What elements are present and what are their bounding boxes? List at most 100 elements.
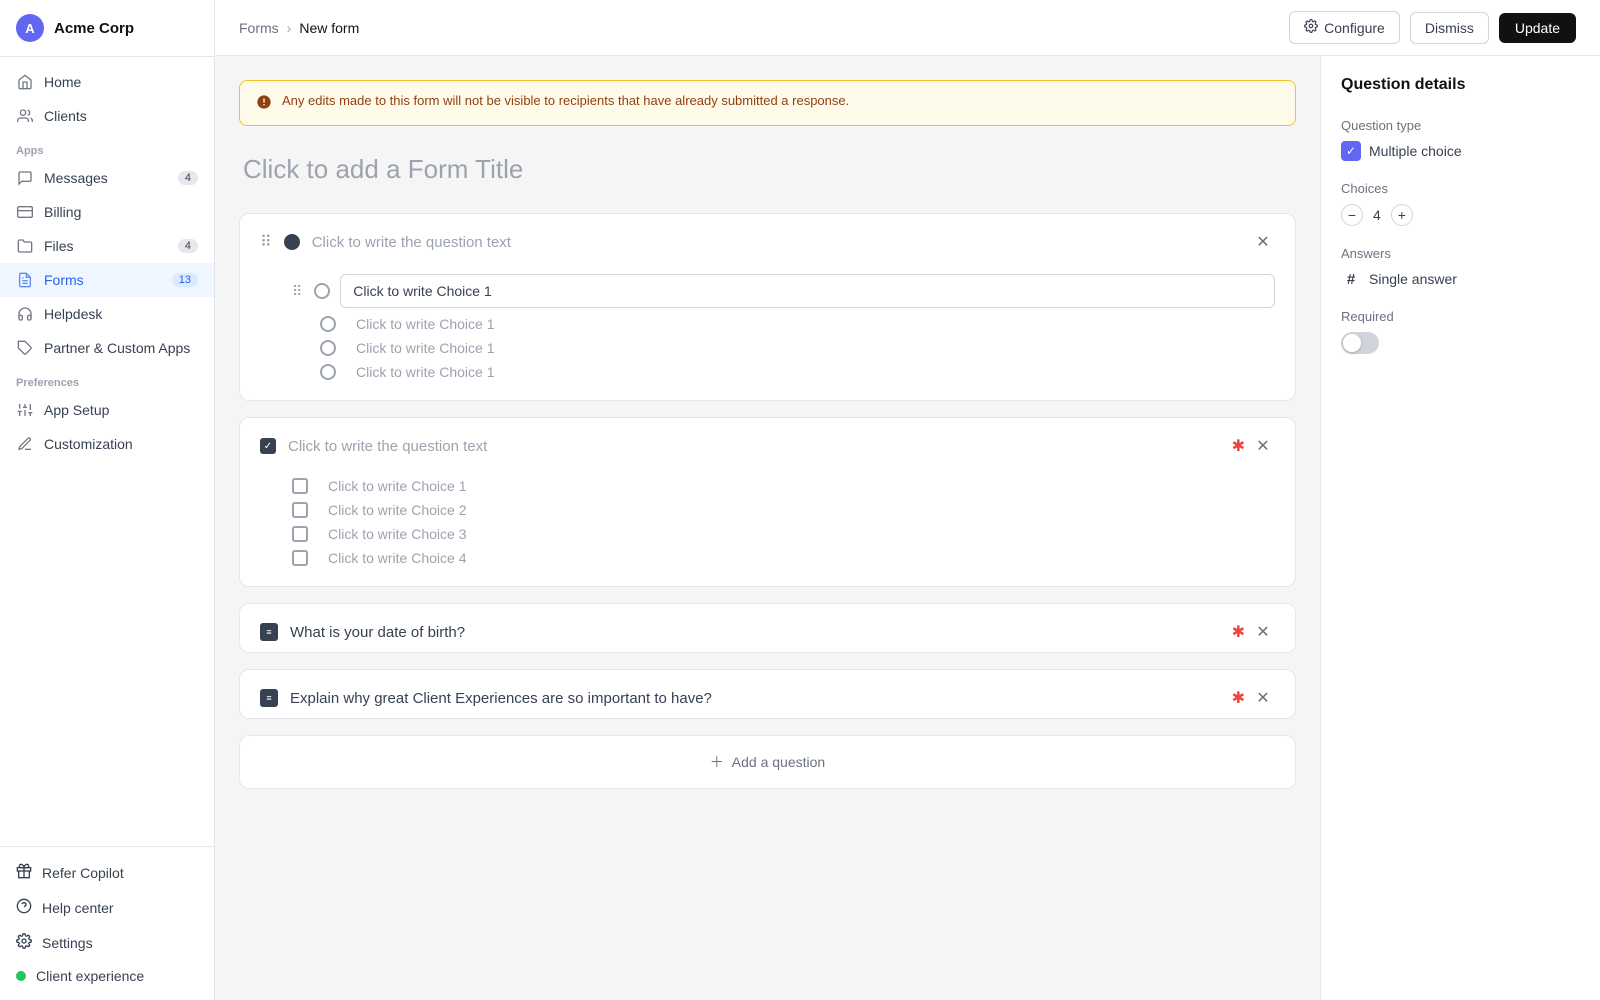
choice-checkbox [292, 550, 308, 566]
form-title[interactable]: Click to add a Form Title [239, 146, 1296, 193]
users-icon [16, 107, 34, 125]
question-1-title[interactable]: Click to write the question text [312, 234, 1239, 251]
question-3-header: ≡ What is your date of birth? ✱ ✕ [240, 604, 1295, 652]
sidebar-item-help-center[interactable]: Help center [0, 890, 214, 925]
choice-4-text[interactable]: Click to write Choice 1 [356, 364, 495, 380]
topbar-actions: Configure Dismiss Update [1289, 11, 1576, 44]
configure-button[interactable]: Configure [1289, 11, 1400, 44]
choices-decrement-button[interactable]: − [1341, 204, 1363, 226]
choice-1-text[interactable]: Click to write Choice 1 [328, 478, 467, 494]
choice-3-text[interactable]: Click to write Choice 1 [356, 340, 495, 356]
answers-label: Answers [1341, 246, 1580, 261]
question-1-actions: ✕ [1251, 230, 1275, 254]
sidebar-item-messages[interactable]: Messages 4 [0, 161, 214, 195]
choice-row: ⠿ [292, 270, 1275, 312]
sidebar-item-client-experience[interactable]: Client experience [0, 960, 214, 992]
sidebar-item-refer-copilot[interactable]: Refer Copilot [0, 855, 214, 890]
messages-badge: 4 [178, 171, 198, 185]
headset-icon [16, 305, 34, 323]
sidebar-item-files[interactable]: Files 4 [0, 229, 214, 263]
sidebar-item-clients[interactable]: Clients [0, 99, 214, 133]
forms-icon [16, 271, 34, 289]
question-type-text: Multiple choice [1369, 143, 1462, 159]
question-1-close-button[interactable]: ✕ [1251, 230, 1275, 254]
sidebar-item-label: Partner & Custom Apps [44, 340, 190, 356]
choice-row: Click to write Choice 1 [292, 360, 1275, 384]
topbar: Forms › New form Configure Dismiss Updat… [215, 0, 1600, 56]
sidebar-item-label: Helpdesk [44, 306, 102, 322]
question-4-header: ≡ Explain why great Client Experiences a… [240, 670, 1295, 718]
question-4-title[interactable]: Explain why great Client Experiences are… [290, 690, 1220, 707]
choice-row: Click to write Choice 1 [292, 474, 1275, 498]
sidebar-item-app-setup[interactable]: App Setup [0, 393, 214, 427]
choice-checkbox [292, 478, 308, 494]
choice-1-input[interactable] [340, 274, 1275, 308]
company-logo: A [16, 14, 44, 42]
question-1-header: ⠿ Click to write the question text ✕ [240, 214, 1295, 262]
choice-radio [314, 283, 330, 299]
breadcrumb-parent[interactable]: Forms [239, 20, 279, 36]
choice-row: Click to write Choice 1 [292, 312, 1275, 336]
question-card-2: ✓ Click to write the question text ✱ ✕ C… [239, 417, 1296, 587]
gift-icon [16, 863, 32, 882]
dismiss-button[interactable]: Dismiss [1410, 12, 1489, 44]
answers-text: Single answer [1369, 271, 1457, 287]
choice-4-text[interactable]: Click to write Choice 4 [328, 550, 467, 566]
choices-row: Choices − 4 + [1341, 181, 1580, 226]
sidebar-item-forms[interactable]: Forms 13 [0, 263, 214, 297]
puzzle-icon [16, 339, 34, 357]
sidebar-item-partner-apps[interactable]: Partner & Custom Apps [0, 331, 214, 365]
info-banner-text: Any edits made to this form will not be … [282, 93, 849, 108]
question-4-close-button[interactable]: ✕ [1251, 686, 1275, 710]
gear-icon [16, 933, 32, 952]
choices-increment-button[interactable]: + [1391, 204, 1413, 226]
choice-2-text[interactable]: Click to write Choice 2 [328, 502, 467, 518]
choices-stepper: − 4 + [1341, 204, 1580, 226]
question-3-title[interactable]: What is your date of birth? [290, 624, 1220, 641]
info-banner: Any edits made to this form will not be … [239, 80, 1296, 126]
radio-type-icon [284, 234, 300, 250]
add-question-label: Add a question [732, 754, 825, 770]
warning-icon [256, 94, 272, 113]
sidebar-item-settings[interactable]: Settings [0, 925, 214, 960]
sidebar-item-helpdesk[interactable]: Helpdesk [0, 297, 214, 331]
question-4-actions: ✱ ✕ [1232, 686, 1275, 710]
required-star: ✱ [1232, 622, 1245, 642]
question-2-title[interactable]: Click to write the question text [288, 438, 1220, 455]
question-2-close-button[interactable]: ✕ [1251, 434, 1275, 458]
choice-radio [320, 316, 336, 332]
sidebar-item-label: Messages [44, 170, 108, 186]
choice-3-text[interactable]: Click to write Choice 3 [328, 526, 467, 542]
forms-badge: 13 [172, 273, 198, 287]
breadcrumb-current: New form [299, 20, 359, 36]
panel-title: Question details [1341, 76, 1580, 94]
right-panel: Question details Question type ✓ Multipl… [1320, 56, 1600, 1000]
choice-2-text[interactable]: Click to write Choice 1 [356, 316, 495, 332]
sidebar-nav: Home Clients Apps Messages 4 Billing [0, 57, 214, 846]
sliders-icon [16, 401, 34, 419]
credit-card-icon [16, 203, 34, 221]
hash-icon: # [1341, 269, 1361, 289]
sidebar-item-billing[interactable]: Billing [0, 195, 214, 229]
add-question-button[interactable]: ＋ Add a question [239, 735, 1296, 789]
files-badge: 4 [178, 239, 198, 253]
answers-row: Answers # Single answer [1341, 246, 1580, 289]
sidebar-item-home[interactable]: Home [0, 65, 214, 99]
question-card-1: ⠿ Click to write the question text ✕ ⠿ [239, 213, 1296, 401]
drag-handle-icon[interactable]: ⠿ [260, 232, 272, 252]
update-button[interactable]: Update [1499, 13, 1576, 43]
question-3-close-button[interactable]: ✕ [1251, 620, 1275, 644]
breadcrumb: Forms › New form [239, 20, 1277, 36]
choice-radio [320, 364, 336, 380]
choice-checkbox [292, 526, 308, 542]
choice-radio [320, 340, 336, 356]
question-3-actions: ✱ ✕ [1232, 620, 1275, 644]
sidebar-item-label: Refer Copilot [42, 865, 124, 881]
status-dot [16, 971, 26, 981]
company-name: Acme Corp [54, 20, 134, 37]
required-toggle[interactable] [1341, 332, 1379, 354]
sidebar-item-customization[interactable]: Customization [0, 427, 214, 461]
choice-drag-handle-icon[interactable]: ⠿ [292, 283, 302, 300]
question-card-3: ≡ What is your date of birth? ✱ ✕ [239, 603, 1296, 653]
question-2-header: ✓ Click to write the question text ✱ ✕ [240, 418, 1295, 466]
